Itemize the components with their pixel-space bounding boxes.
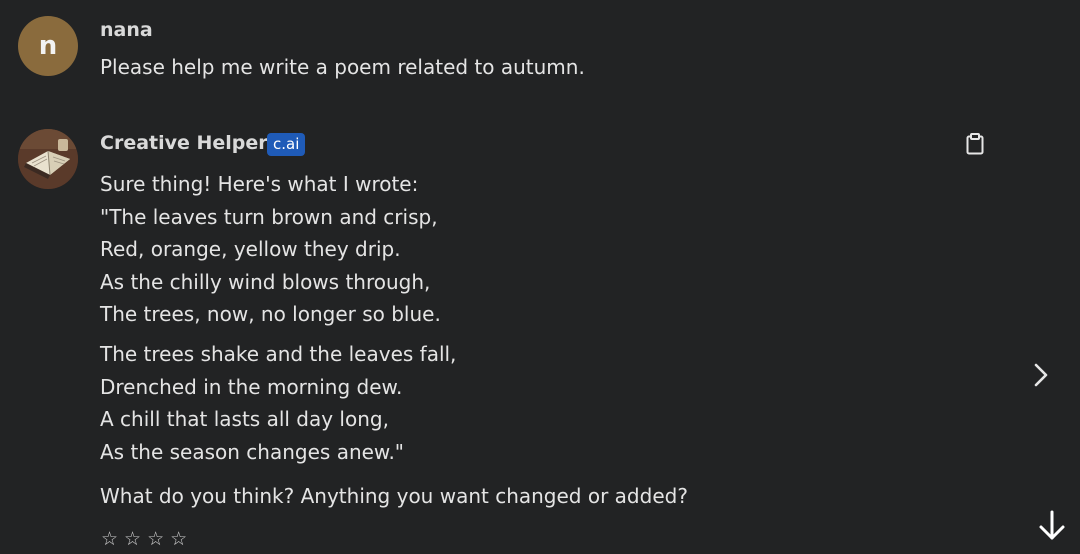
star-2-icon[interactable]: ☆ bbox=[124, 527, 141, 551]
clipboard-icon[interactable] bbox=[964, 132, 986, 156]
user-avatar: n bbox=[18, 16, 78, 76]
star-3-icon[interactable]: ☆ bbox=[147, 527, 164, 551]
poem-line: Drenched in the morning dew. bbox=[100, 374, 403, 399]
bot-intro-line: Sure thing! Here's what I wrote: bbox=[100, 172, 419, 196]
cai-badge: c.ai bbox=[267, 133, 306, 156]
user-name: nana bbox=[100, 19, 153, 41]
user-avatar-initial: n bbox=[38, 31, 58, 61]
bot-closing-line: What do you think? Anything you want cha… bbox=[100, 484, 688, 508]
arrow-down-icon[interactable] bbox=[1032, 506, 1072, 546]
chevron-right-icon[interactable] bbox=[1028, 360, 1054, 390]
bot-message-stanza-1: Sure thing! Here's what I wrote: "The le… bbox=[100, 168, 441, 331]
poem-line: "The leaves turn brown and crisp, bbox=[100, 204, 438, 229]
poem-line: The trees shake and the leaves fall, bbox=[100, 342, 457, 366]
bot-name: Creative Helper bbox=[100, 132, 268, 154]
star-rating: ☆ ☆ ☆ ☆ bbox=[101, 527, 187, 551]
user-message: Please help me write a poem related to a… bbox=[100, 55, 585, 79]
poem-line: The trees, now, no longer so blue. bbox=[100, 302, 441, 326]
star-1-icon[interactable]: ☆ bbox=[101, 527, 118, 551]
bot-avatar bbox=[18, 129, 78, 189]
book-avatar-image bbox=[18, 129, 78, 189]
star-4-icon[interactable]: ☆ bbox=[170, 527, 187, 551]
poem-line: Red, orange, yellow they drip. bbox=[100, 237, 401, 261]
poem-line: As the chilly wind blows through, bbox=[100, 269, 431, 294]
bot-message-stanza-2: The trees shake and the leaves fall, Dre… bbox=[100, 338, 456, 468]
poem-line: As the season changes anew." bbox=[100, 439, 405, 464]
poem-line: A chill that lasts all day long, bbox=[100, 407, 389, 431]
